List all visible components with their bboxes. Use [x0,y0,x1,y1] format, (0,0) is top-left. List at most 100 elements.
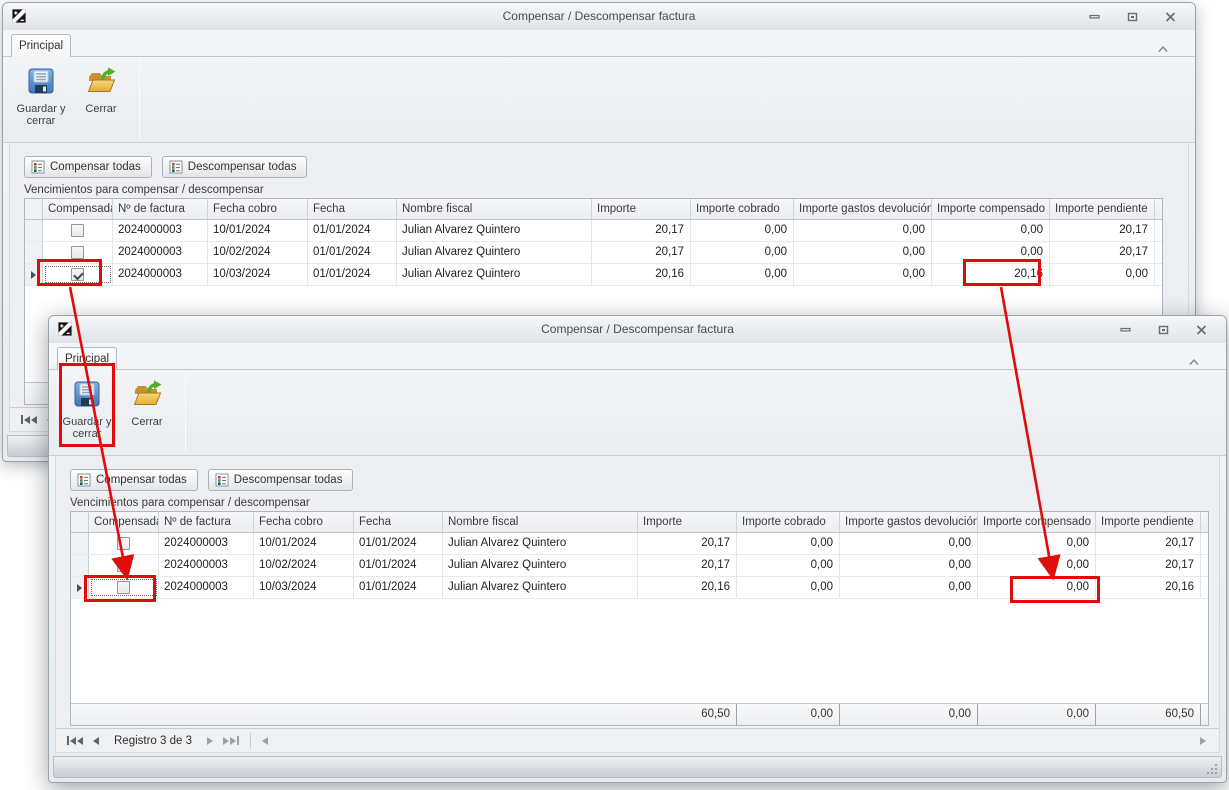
grid-cell[interactable]: Julian Alvarez Quintero [397,242,592,263]
save-and-close-button[interactable]: Guardar y cerrar [61,373,113,452]
grid-cell[interactable]: 2024000003 [113,242,208,263]
save-and-close-button[interactable]: Guardar y cerrar [15,60,67,139]
grid-cell[interactable]: 20,17 [1096,533,1201,554]
grid-cell[interactable]: 20,16 [592,264,691,285]
grid-cell[interactable]: 2024000003 [159,577,254,598]
grid-cell[interactable]: 0,00 [691,264,794,285]
resize-grip-icon[interactable] [1206,762,1218,774]
header-compensada[interactable]: Compensada [43,199,113,219]
grid-cell[interactable]: 20,17 [1050,220,1155,241]
grid-cell[interactable]: 0,00 [1050,264,1155,285]
grid-cell[interactable]: Julian Alvarez Quintero [443,533,638,554]
table-row[interactable]: 202400000310/02/202401/01/2024Julian Alv… [25,242,1162,264]
header-importe-cobrado[interactable]: Importe cobrado [737,512,840,532]
grid-cell[interactable]: 2024000003 [113,264,208,285]
grid-cell[interactable]: 01/01/2024 [308,242,397,263]
compensada-checkbox[interactable] [71,268,84,281]
header-fecha-cobro[interactable]: Fecha cobro [254,512,354,532]
grid-cell[interactable]: 2024000003 [159,555,254,576]
header-compensada[interactable]: Compensada [89,512,159,532]
cerrar-button[interactable]: Cerrar [75,60,127,139]
grid-cell[interactable]: Julian Alvarez Quintero [397,264,592,285]
nav-first-button[interactable] [16,410,42,430]
grid-cell[interactable]: 20,17 [592,220,691,241]
chevron-up-icon[interactable] [1157,40,1169,48]
compensada-cell[interactable] [89,577,159,598]
compensada-cell[interactable] [43,220,113,241]
grid-cell[interactable]: 0,00 [794,220,932,241]
grid-cell[interactable]: 20,16 [1096,577,1201,598]
grid-cell[interactable]: 20,17 [638,533,737,554]
scroll-left-button[interactable] [257,731,273,751]
grid-cell[interactable]: 0,00 [840,555,978,576]
header-fecha[interactable]: Fecha [308,199,397,219]
compensada-checkbox[interactable] [117,559,130,572]
grid-cell[interactable]: 10/03/2024 [208,264,308,285]
grid-cell[interactable]: 0,00 [737,533,840,554]
minimize-button[interactable] [1087,11,1101,22]
nav-next-button[interactable] [202,731,218,751]
titlebar[interactable]: Compensar / Descompensar factura [3,3,1195,30]
tab-principal[interactable]: Principal [57,347,117,370]
header-fecha[interactable]: Fecha [354,512,443,532]
header-fecha-cobro[interactable]: Fecha cobro [208,199,308,219]
nav-previous-button[interactable] [88,731,104,751]
grid-cell[interactable]: 10/01/2024 [254,533,354,554]
grid-cell[interactable]: 10/01/2024 [208,220,308,241]
compensada-checkbox[interactable] [117,537,130,550]
restore-button[interactable] [1125,11,1139,22]
grid-cell[interactable]: 20,17 [592,242,691,263]
header-importe-pendiente[interactable]: Importe pendiente [1050,199,1155,219]
grid-cell[interactable]: 20,17 [638,555,737,576]
header-importe[interactable]: Importe [638,512,737,532]
grid-cell[interactable]: 10/02/2024 [208,242,308,263]
table-row[interactable]: 202400000310/01/202401/01/2024Julian Alv… [25,220,1162,242]
close-button[interactable] [1163,11,1177,22]
descompensar-todas-button[interactable]: Descompensar todas [162,156,308,178]
grid-cell[interactable]: 0,00 [978,533,1096,554]
grid-cell[interactable]: 0,00 [737,555,840,576]
chevron-up-icon[interactable] [1188,353,1200,361]
grid-cell[interactable]: 0,00 [978,577,1096,598]
compensada-checkbox[interactable] [71,246,84,259]
scroll-right-button[interactable] [1195,731,1211,751]
compensar-todas-button[interactable]: Compensar todas [24,156,152,178]
grid-cell[interactable]: 0,00 [691,242,794,263]
table-row[interactable]: 202400000310/02/202401/01/2024Julian Alv… [71,555,1208,577]
restore-button[interactable] [1156,324,1170,335]
grid-cell[interactable]: Julian Alvarez Quintero [443,577,638,598]
header-num-factura[interactable]: Nº de factura [159,512,254,532]
header-nombre-fiscal[interactable]: Nombre fiscal [443,512,638,532]
table-row[interactable]: 202400000310/03/202401/01/2024Julian Alv… [25,264,1162,286]
grid-cell[interactable]: 10/02/2024 [254,555,354,576]
grid-cell[interactable]: 20,17 [1050,242,1155,263]
header-importe-pendiente[interactable]: Importe pendiente [1096,512,1201,532]
cerrar-button[interactable]: Cerrar [121,373,173,452]
compensada-cell[interactable] [89,555,159,576]
grid-cell[interactable]: 2024000003 [113,220,208,241]
compensada-cell[interactable] [43,242,113,263]
grid-cell[interactable]: 01/01/2024 [354,577,443,598]
header-num-factura[interactable]: Nº de factura [113,199,208,219]
header-importe-gastos[interactable]: Importe gastos devolución [840,512,978,532]
header-importe[interactable]: Importe [592,199,691,219]
grid-cell[interactable]: 0,00 [794,264,932,285]
titlebar[interactable]: Compensar / Descompensar factura [49,316,1226,343]
grid-cell[interactable]: 10/03/2024 [254,577,354,598]
grid-cell[interactable]: 0,00 [840,577,978,598]
close-button[interactable] [1194,324,1208,335]
grid-cell[interactable]: 20,17 [1096,555,1201,576]
minimize-button[interactable] [1118,324,1132,335]
header-nombre-fiscal[interactable]: Nombre fiscal [397,199,592,219]
grid-cell[interactable]: 0,00 [794,242,932,263]
grid-cell[interactable]: 0,00 [932,220,1050,241]
tab-principal[interactable]: Principal [11,34,71,57]
grid-cell[interactable]: 01/01/2024 [354,555,443,576]
grid-cell[interactable]: 0,00 [737,577,840,598]
grid-cell[interactable]: 0,00 [978,555,1096,576]
grid-cell[interactable]: 2024000003 [159,533,254,554]
grid-cell[interactable]: 01/01/2024 [354,533,443,554]
compensada-cell[interactable] [43,264,113,285]
grid-cell[interactable]: 0,00 [932,242,1050,263]
grid-cell[interactable]: 01/01/2024 [308,220,397,241]
